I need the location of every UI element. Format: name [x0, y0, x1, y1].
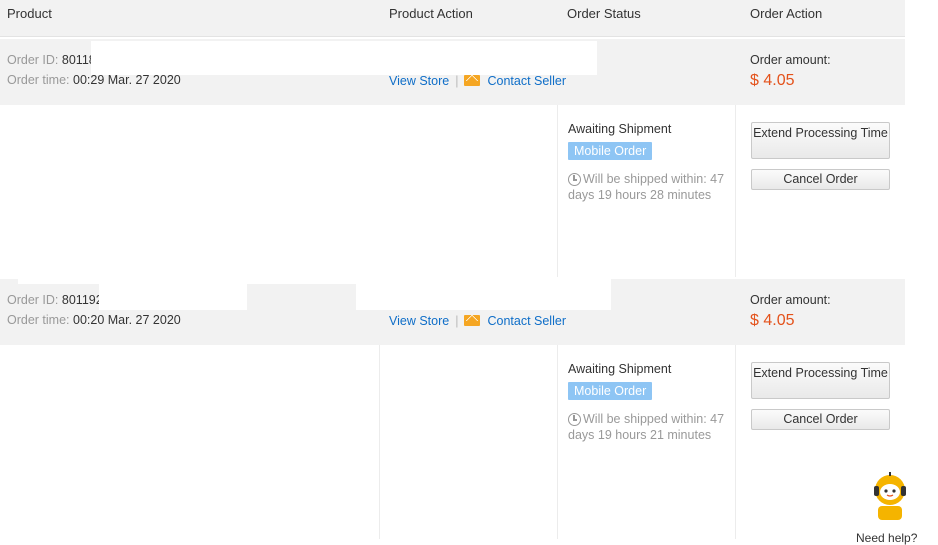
contact-seller-link[interactable]: Contact Seller	[487, 74, 566, 88]
help-label[interactable]: Need help?	[856, 531, 917, 545]
cancel-order-button[interactable]: Cancel Order	[751, 409, 890, 430]
shipping-deadline: Will be shipped within: 47 days 19 hours…	[568, 171, 728, 203]
shipping-deadline: Will be shipped within: 47 days 19 hours…	[568, 411, 728, 443]
order-table-header: Product Product Action Order Status Orde…	[0, 0, 905, 37]
link-separator: |	[455, 74, 459, 88]
extend-processing-time-button[interactable]: Extend Processing Time	[751, 122, 890, 159]
order-time-label: Order time:	[7, 73, 70, 87]
extend-processing-time-button[interactable]: Extend Processing Time	[751, 362, 890, 399]
view-store-link[interactable]: View Store	[389, 314, 449, 328]
column-divider	[735, 345, 736, 539]
order-id-value: 801192	[61, 293, 103, 307]
clock-icon	[568, 173, 581, 186]
redacted-block	[99, 284, 247, 310]
redacted-block	[356, 278, 611, 310]
page-margin	[905, 0, 938, 539]
order-time: Order time: 00:29 Mar. 27 2020	[7, 73, 181, 87]
order-status: Awaiting Shipment	[568, 122, 672, 136]
column-divider	[557, 345, 558, 539]
column-divider	[735, 105, 736, 277]
order-status: Awaiting Shipment	[568, 362, 672, 376]
order-amount: $ 4.05	[750, 72, 795, 89]
view-store-link[interactable]: View Store	[389, 74, 449, 88]
column-product: Product	[7, 6, 52, 21]
column-divider	[379, 345, 380, 539]
order-time-value: 00:29 Mar. 27 2020	[73, 73, 181, 87]
order-id-label: Order ID:	[7, 53, 59, 67]
seller-links: View Store | Contact Seller	[389, 74, 566, 88]
column-product-action: Product Action	[389, 6, 473, 21]
redacted-block	[18, 268, 356, 284]
order-id: Order ID: 80118	[7, 53, 96, 67]
order-id-label: Order ID:	[7, 293, 59, 307]
order-body: Awaiting Shipment Mobile Order Will be s…	[0, 345, 905, 539]
order-body: Awaiting Shipment Mobile Order Will be s…	[0, 105, 905, 277]
order-time: Order time: 00:20 Mar. 27 2020	[7, 313, 181, 327]
help-robot-icon[interactable]	[868, 470, 912, 520]
column-order-status: Order Status	[567, 6, 641, 21]
mail-icon	[464, 315, 481, 326]
clock-icon	[568, 413, 581, 426]
column-order-action: Order Action	[750, 6, 823, 21]
order-time-value: 00:20 Mar. 27 2020	[73, 313, 181, 327]
column-divider	[557, 105, 558, 277]
contact-seller-link[interactable]: Contact Seller	[487, 314, 566, 328]
mobile-order-badge: Mobile Order	[568, 142, 653, 160]
ship-prefix: Will be shipped within:	[583, 412, 707, 426]
seller-links: View Store | Contact Seller	[389, 314, 566, 328]
order-amount-label: Order amount:	[750, 293, 831, 307]
order-id: Order ID: 801192	[7, 293, 103, 307]
cancel-order-button[interactable]: Cancel Order	[751, 169, 890, 190]
order-amount: $ 4.05	[750, 312, 795, 329]
mail-icon	[464, 75, 481, 86]
order-amount-label: Order amount:	[750, 53, 831, 67]
order-time-label: Order time:	[7, 313, 70, 327]
ship-prefix: Will be shipped within:	[583, 172, 707, 186]
mobile-order-badge: Mobile Order	[568, 382, 653, 400]
link-separator: |	[455, 314, 459, 328]
redacted-block	[91, 41, 597, 75]
